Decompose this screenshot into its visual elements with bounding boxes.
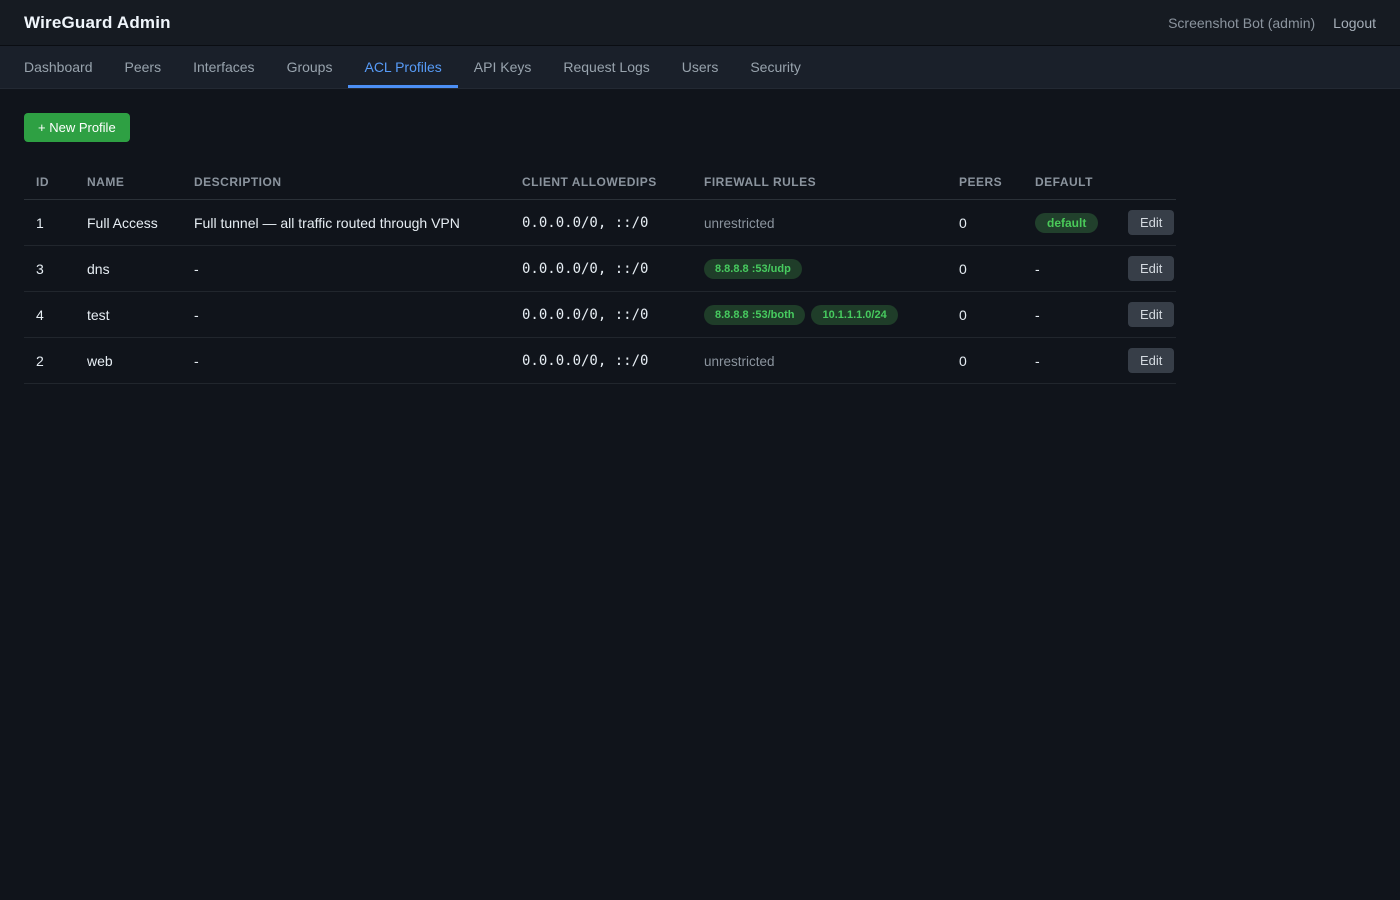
tab-groups[interactable]: Groups — [271, 46, 349, 88]
cell-default: - — [1023, 338, 1116, 384]
firewall-rule-badge: 10.1.1.1.0/24 — [811, 305, 897, 325]
acl-profiles-table: ID NAME DESCRIPTION CLIENT ALLOWEDIPS FI… — [24, 167, 1176, 384]
cell-actions: Edit — [1116, 200, 1176, 246]
cell-peers: 0 — [947, 200, 1023, 246]
cell-firewall-rules: unrestricted — [692, 200, 947, 246]
table-row: 2 web - 0.0.0.0/0, ::/0 unrestricted 0 -… — [24, 338, 1176, 384]
tab-request-logs[interactable]: Request Logs — [547, 46, 665, 88]
cell-default: - — [1023, 292, 1116, 338]
cell-default: - — [1023, 246, 1116, 292]
col-header-client-allowedips: CLIENT ALLOWEDIPS — [510, 167, 692, 200]
tab-peers[interactable]: Peers — [109, 46, 178, 88]
cell-peers: 0 — [947, 338, 1023, 384]
topbar-right: Screenshot Bot (admin) Logout — [1168, 15, 1376, 31]
main-nav: Dashboard Peers Interfaces Groups ACL Pr… — [0, 46, 1400, 89]
table-header-row: ID NAME DESCRIPTION CLIENT ALLOWEDIPS FI… — [24, 167, 1176, 200]
cell-description: - — [182, 292, 510, 338]
top-bar: WireGuard Admin Screenshot Bot (admin) L… — [0, 0, 1400, 46]
cell-actions: Edit — [1116, 246, 1176, 292]
cell-description: - — [182, 246, 510, 292]
default-badge: default — [1035, 213, 1098, 233]
tab-api-keys[interactable]: API Keys — [458, 46, 548, 88]
firewall-unrestricted-label: unrestricted — [704, 354, 775, 369]
col-header-id: ID — [24, 167, 75, 200]
table-row: 1 Full Access Full tunnel — all traffic … — [24, 200, 1176, 246]
edit-button[interactable]: Edit — [1128, 256, 1174, 281]
col-header-actions — [1116, 167, 1176, 200]
cell-firewall-rules: 8.8.8.8 :53/both 10.1.1.1.0/24 — [692, 292, 947, 338]
tab-acl-profiles[interactable]: ACL Profiles — [348, 46, 457, 88]
edit-button[interactable]: Edit — [1128, 302, 1174, 327]
edit-button[interactable]: Edit — [1128, 348, 1174, 373]
cell-client-allowedips: 0.0.0.0/0, ::/0 — [510, 292, 692, 338]
cell-id: 2 — [24, 338, 75, 384]
tab-security[interactable]: Security — [734, 46, 817, 88]
cell-id: 3 — [24, 246, 75, 292]
edit-button[interactable]: Edit — [1128, 210, 1174, 235]
cell-peers: 0 — [947, 246, 1023, 292]
firewall-rule-badge: 8.8.8.8 :53/both — [704, 305, 805, 325]
cell-description: - — [182, 338, 510, 384]
current-user-label: Screenshot Bot (admin) — [1168, 15, 1315, 31]
col-header-name: NAME — [75, 167, 182, 200]
col-header-firewall-rules: FIREWALL RULES — [692, 167, 947, 200]
table-row: 3 dns - 0.0.0.0/0, ::/0 8.8.8.8 :53/udp … — [24, 246, 1176, 292]
tab-users[interactable]: Users — [666, 46, 735, 88]
cell-client-allowedips: 0.0.0.0/0, ::/0 — [510, 246, 692, 292]
col-header-description: DESCRIPTION — [182, 167, 510, 200]
tab-dashboard[interactable]: Dashboard — [8, 46, 109, 88]
cell-name: test — [75, 292, 182, 338]
cell-description: Full tunnel — all traffic routed through… — [182, 200, 510, 246]
content-area: + New Profile ID NAME DESCRIPTION CLIENT… — [0, 89, 1400, 408]
tab-interfaces[interactable]: Interfaces — [177, 46, 270, 88]
firewall-rule-badge: 8.8.8.8 :53/udp — [704, 259, 802, 279]
cell-default: default — [1023, 200, 1116, 246]
cell-client-allowedips: 0.0.0.0/0, ::/0 — [510, 200, 692, 246]
cell-actions: Edit — [1116, 292, 1176, 338]
cell-name: dns — [75, 246, 182, 292]
cell-firewall-rules: unrestricted — [692, 338, 947, 384]
cell-actions: Edit — [1116, 338, 1176, 384]
logout-link[interactable]: Logout — [1333, 15, 1376, 31]
cell-firewall-rules: 8.8.8.8 :53/udp — [692, 246, 947, 292]
app-title: WireGuard Admin — [24, 13, 171, 33]
col-header-default: DEFAULT — [1023, 167, 1116, 200]
new-profile-button[interactable]: + New Profile — [24, 113, 130, 142]
cell-name: web — [75, 338, 182, 384]
cell-client-allowedips: 0.0.0.0/0, ::/0 — [510, 338, 692, 384]
col-header-peers: PEERS — [947, 167, 1023, 200]
cell-name: Full Access — [75, 200, 182, 246]
table-row: 4 test - 0.0.0.0/0, ::/0 8.8.8.8 :53/bot… — [24, 292, 1176, 338]
cell-id: 4 — [24, 292, 75, 338]
cell-id: 1 — [24, 200, 75, 246]
firewall-unrestricted-label: unrestricted — [704, 216, 775, 231]
cell-peers: 0 — [947, 292, 1023, 338]
